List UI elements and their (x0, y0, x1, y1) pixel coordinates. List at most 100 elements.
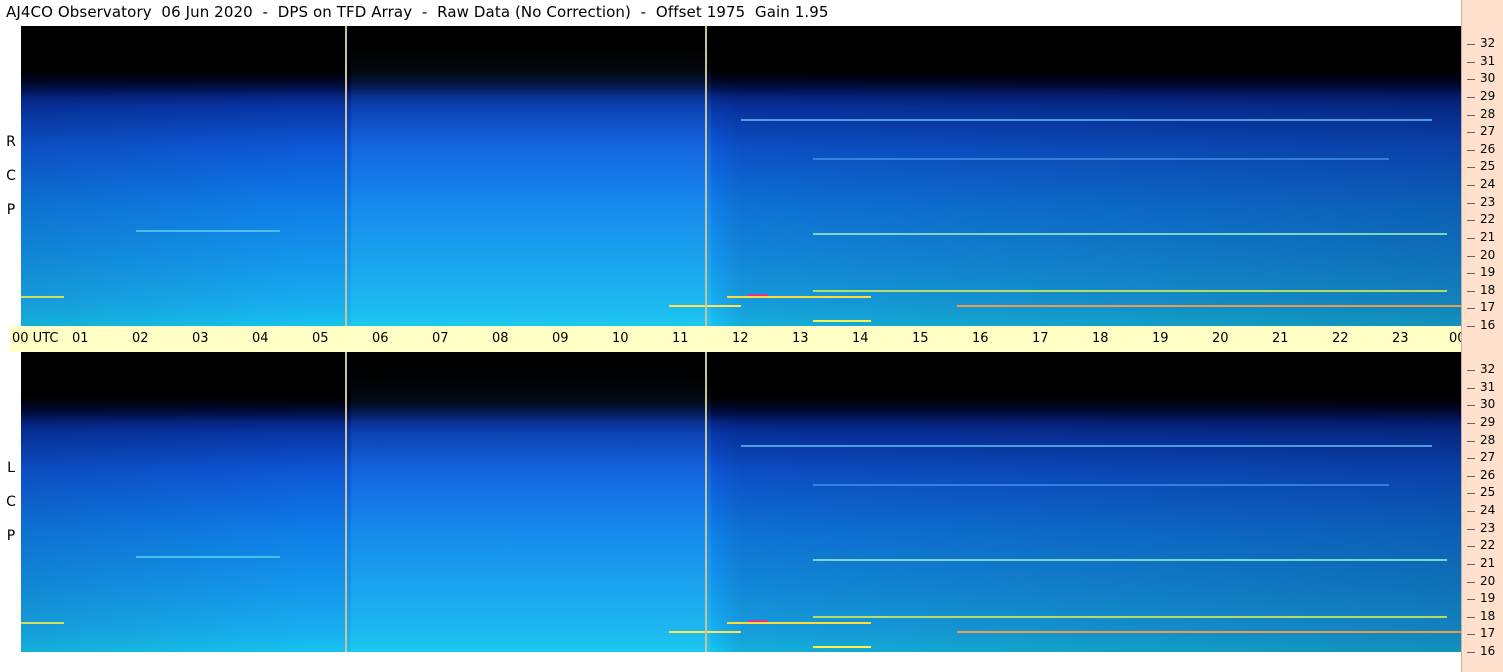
mhz-tick (1467, 149, 1475, 151)
rfi-streak (136, 230, 281, 232)
daytime-noise-region (351, 46, 711, 326)
rfi-streak (741, 445, 1433, 447)
frequency-axis: 32 31 30 29 28 27 26 25 24 23 22 21 20 19 18 17 16 32 31 30… (1461, 0, 1503, 672)
lcp-letter-1: L (7, 460, 15, 476)
marker-line-1 (345, 26, 347, 326)
utc-tick-label: 19 (1152, 331, 1169, 346)
mhz-tick (1467, 79, 1475, 81)
ionosphere-cutoff-region (21, 352, 1461, 422)
lcp-spectrogram (21, 352, 1461, 652)
mhz-tick (1467, 290, 1475, 292)
mhz-tick (1467, 202, 1475, 204)
utc-tick-label: 22 (1332, 331, 1349, 346)
mhz-tick (1467, 255, 1475, 257)
mhz-tick (1467, 61, 1475, 63)
rcp-letter-3: P (6, 202, 16, 218)
ionosphere-cutoff-region (21, 26, 1461, 96)
utc-tick-label: 01 (72, 331, 89, 346)
daytime-noise-region (351, 372, 711, 652)
rfi-streak (21, 622, 65, 624)
mhz-tick-label: 26 (1480, 141, 1496, 156)
utc-tick-label: 00 UTC (12, 331, 59, 346)
mhz-tick-label: 32 (1480, 362, 1496, 376)
rfi-streak (136, 556, 281, 558)
utc-tick-label: 09 (552, 331, 569, 346)
mhz-tick-label: 28 (1480, 432, 1496, 447)
rfi-streak (813, 290, 1447, 292)
mhz-tick (1467, 528, 1475, 530)
mhz-tick-label: 18 (1480, 282, 1496, 297)
mhz-tick (1467, 370, 1475, 371)
utc-time-axis: 00 UTC 01 02 03 04 05 06 07 08 09 10 11 12 13 14 15 16 17… (10, 326, 1498, 352)
rcp-spectrogram (21, 26, 1461, 326)
rfi-streak (957, 305, 1461, 307)
utc-tick-label: 10 (612, 331, 629, 346)
mhz-tick (1467, 563, 1475, 565)
mhz-tick-label: 26 (1480, 467, 1496, 482)
chart-title: AJ4CO Observatory 06 Jun 2020 - DPS on T… (6, 3, 829, 21)
mhz-tick-label: 25 (1480, 159, 1496, 174)
rfi-streak (813, 320, 871, 322)
lcp-letter-3: P (6, 528, 16, 544)
mhz-tick-label: 19 (1480, 591, 1496, 606)
mhz-tick (1467, 167, 1475, 169)
mhz-tick (1467, 44, 1475, 45)
mhz-tick-label: 25 (1480, 485, 1496, 500)
utc-tick-label: 07 (432, 331, 449, 346)
mhz-tick-label: 19 (1480, 265, 1496, 280)
utc-tick-label: 03 (192, 331, 209, 346)
mhz-tick-label: 23 (1480, 520, 1496, 535)
rfi-streak (813, 158, 1389, 160)
utc-tick-label: 16 (972, 331, 989, 346)
rfi-streak (813, 616, 1447, 618)
mhz-tick (1467, 616, 1475, 618)
mhz-tick (1467, 96, 1475, 98)
marker-line-2 (705, 352, 707, 652)
rfi-streak (726, 622, 871, 624)
mhz-tick (1467, 185, 1475, 186)
mhz-tick-label: 31 (1480, 379, 1496, 394)
mhz-tick-label: 27 (1480, 450, 1496, 465)
mhz-tick (1467, 546, 1475, 548)
rfi-streak (813, 646, 871, 648)
mhz-tick (1467, 273, 1475, 275)
rfi-streak (813, 233, 1447, 235)
utc-tick-label: 11 (672, 331, 689, 346)
mhz-tick (1467, 326, 1475, 327)
mhz-tick (1467, 511, 1475, 512)
lcp-letter-2: C (6, 494, 16, 510)
mhz-tick-label: 17 (1480, 300, 1496, 315)
mhz-tick-label: 30 (1480, 397, 1496, 412)
mhz-tick (1467, 114, 1475, 116)
mhz-tick (1467, 132, 1475, 134)
mhz-tick-label: 24 (1480, 177, 1496, 191)
mhz-tick-label: 16 (1480, 644, 1496, 658)
marker-line-2 (705, 26, 707, 326)
rfi-streak (813, 484, 1389, 486)
utc-tick-label: 21 (1272, 331, 1289, 346)
mhz-tick-label: 16 (1480, 318, 1496, 332)
rfi-hotspot (748, 294, 768, 296)
utc-tick-label: 05 (312, 331, 329, 346)
utc-tick-label: 15 (912, 331, 929, 346)
mhz-tick-label: 31 (1480, 53, 1496, 68)
mhz-tick-label: 18 (1480, 608, 1496, 623)
mhz-tick-label: 21 (1480, 555, 1496, 570)
mhz-tick (1467, 387, 1475, 389)
utc-tick-label: 20 (1212, 331, 1229, 346)
mhz-tick-label: 29 (1480, 414, 1496, 429)
mhz-tick (1467, 308, 1475, 310)
utc-tick-label: 14 (852, 331, 869, 346)
utc-tick-label: 17 (1032, 331, 1049, 346)
marker-line-1 (345, 352, 347, 652)
mhz-tick (1467, 458, 1475, 460)
mhz-tick-label: 22 (1480, 538, 1496, 553)
utc-tick-label: 06 (372, 331, 389, 346)
rfi-streak (726, 296, 871, 298)
mhz-tick (1467, 652, 1475, 653)
mhz-tick (1467, 493, 1475, 495)
mhz-tick-label: 22 (1480, 212, 1496, 227)
mhz-tick-label: 20 (1480, 247, 1496, 262)
mhz-tick-label: 29 (1480, 88, 1496, 103)
utc-tick-label: 18 (1092, 331, 1109, 346)
